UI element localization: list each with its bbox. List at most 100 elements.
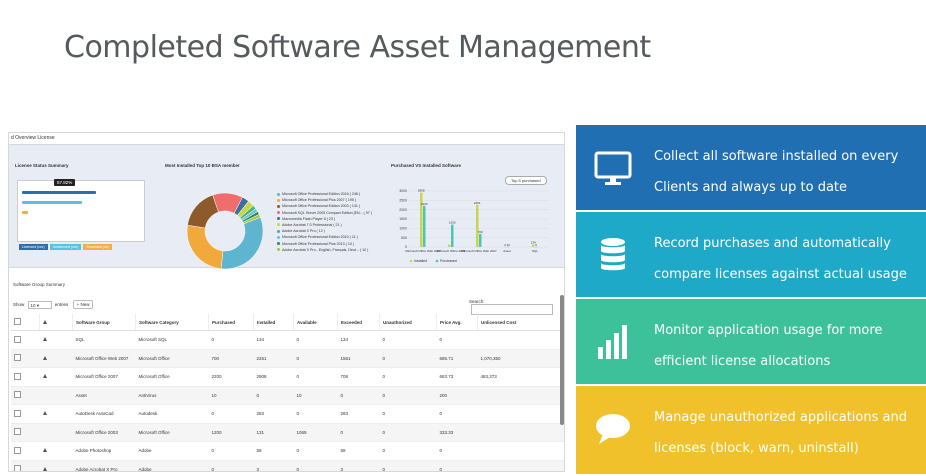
row-checkbox-cell[interactable] [11, 460, 40, 471]
col-installed[interactable]: Installed [253, 314, 294, 331]
col-exceeded[interactable]: Exceeded [337, 314, 380, 331]
row-checkbox-cell[interactable] [11, 367, 40, 387]
unlicensed-button[interactable]: Unlicensed (xxx) [49, 244, 82, 250]
table-row[interactable]: AutoDesk AutoCad Autodesk 0 283 0 283 0 0 [11, 404, 564, 424]
table-row[interactable]: Microsoft Office Web 2007 Microsoft Offic… [11, 349, 564, 368]
cell-category: Adobe [135, 460, 209, 471]
cell-category: AntiVirus [135, 386, 209, 405]
new-button[interactable]: + New [72, 300, 94, 309]
row-icon-cell [39, 460, 73, 471]
cell-cost [477, 441, 564, 461]
dashboard-screenshot: d Overview License License Status Summar… [8, 132, 565, 472]
legend-label: Adobe Acrobat 7.0 Professional ( 21 ) [282, 222, 342, 227]
exceeded-button[interactable]: Exceeded (xx) [83, 244, 112, 250]
table-row[interactable]: SQL Microsoft SQL 0 134 0 134 0 0 [11, 330, 564, 350]
col-unlicensed-cost[interactable]: Unlicensed Cost [477, 314, 564, 331]
sort-header[interactable] [39, 314, 73, 331]
row-checkbox[interactable] [14, 409, 21, 417]
table-row[interactable]: Microsoft Office 2003 Microsoft Office 120… [11, 423, 564, 442]
cell-category: Adobe [135, 441, 209, 461]
col-software-category[interactable]: Software Category [135, 314, 209, 331]
cell-available: 0 [293, 349, 338, 368]
row-checkbox[interactable] [14, 391, 21, 399]
legend-dot [277, 229, 280, 233]
table-body: SQL Microsoft SQL 0 134 0 134 0 0 Microsoft Offi… [11, 330, 564, 471]
col-unauthorized[interactable]: Unauthorized [379, 314, 437, 331]
table-scrollbar[interactable] [560, 295, 564, 425]
legend-dot [277, 242, 280, 246]
cell-available: 0 [293, 460, 338, 471]
row-checkbox-cell[interactable] [11, 386, 40, 405]
table-row[interactable]: Asset AntiVirus 10 0 10 0 0 200 [11, 386, 564, 405]
col-software-group[interactable]: Software Group [72, 314, 136, 331]
software-group-table: Software Group Software Category Purchas… [11, 314, 564, 471]
legend-item: Microsoft SQL Server 2005 Compact Editio… [277, 210, 372, 216]
sort-triangle-icon [43, 319, 47, 324]
bar-data-label: 10 [507, 243, 511, 247]
top-purchased-dropdown[interactable]: Top 5 purchased [505, 176, 547, 185]
cell-price: 0 [436, 330, 478, 350]
licensed-button[interactable]: Licensed (xxx) [19, 244, 48, 250]
table-row[interactable]: Microsoft Office 2007 Microsoft Office 220… [11, 367, 564, 387]
legend-item: Microsoft Office Professional Edition 20… [277, 234, 372, 240]
y-tick-label: 500 [401, 236, 407, 240]
cell-exceeded: 58 [337, 441, 380, 461]
cell-category: Microsoft Office [135, 423, 209, 442]
table-row[interactable]: Adobe Photoshop Adobe 0 58 0 58 0 0 [11, 441, 564, 461]
cell-cost: 1,070,350 [477, 349, 564, 368]
legend-dot [277, 217, 280, 221]
cell-category: Microsoft SQL [135, 330, 209, 350]
cell-cost: 483,373 [477, 367, 564, 387]
cell-price: 0 [436, 460, 478, 471]
row-checkbox-cell[interactable] [11, 441, 40, 461]
col-price-avg[interactable]: Price Avg. [436, 314, 478, 331]
show-label: Show [13, 302, 25, 307]
cell-installed: 134 [253, 330, 294, 350]
bar [451, 224, 454, 247]
select-all-checkbox[interactable] [14, 318, 21, 325]
row-checkbox[interactable] [14, 428, 21, 436]
row-checkbox[interactable] [14, 372, 21, 380]
legend-purchased-label: Purchased [440, 259, 457, 263]
cell-available: 0 [293, 330, 338, 350]
row-checkbox[interactable] [14, 465, 21, 471]
cell-unauthorized: 0 [379, 441, 437, 461]
col-available[interactable]: Available [293, 314, 338, 331]
legend-purchased-dot [435, 259, 439, 263]
table-row[interactable]: Adobe Acrobat X Pro Adobe 0 3 0 3 0 0 [11, 460, 564, 471]
cell-group: AutoDesk AutoCad [72, 404, 136, 424]
bar-data-label: 0 [535, 243, 537, 247]
row-checkbox[interactable] [14, 335, 21, 343]
entries-select[interactable]: 10 ▾ [27, 300, 52, 309]
bar-data-label: 2261 [474, 201, 481, 205]
row-checkbox-cell[interactable] [11, 330, 40, 350]
select-all-header[interactable] [11, 314, 40, 331]
cell-purchased: 0 [208, 460, 254, 471]
cell-category: Microsoft Office [135, 349, 209, 368]
cell-available: 0 [293, 441, 338, 461]
row-checkbox[interactable] [14, 446, 21, 454]
row-checkbox[interactable] [14, 354, 21, 362]
col-purchased[interactable]: Purchased [208, 314, 254, 331]
legend-dot [277, 211, 280, 215]
cell-available: 10 [293, 386, 338, 405]
y-tick-label: 1000 [399, 227, 407, 231]
y-tick-label: 2000 [399, 208, 407, 212]
cell-cost [477, 404, 564, 424]
cell-unauthorized: 0 [379, 423, 437, 442]
x-tick-label: Microsoft Office Web 2007 [405, 249, 441, 253]
row-checkbox-cell[interactable] [11, 423, 40, 442]
feature-text-manage: Manage unauthorized applications and lic… [654, 410, 907, 456]
warning-triangle-icon [42, 337, 47, 342]
legend-label: Microsoft Office Professional Plus 2013 … [282, 241, 355, 246]
cell-price: 0 [436, 404, 478, 424]
row-checkbox-cell[interactable] [11, 404, 40, 424]
bar [479, 233, 482, 247]
bar-data-label: 700 [478, 230, 483, 234]
row-icon-cell [39, 349, 73, 368]
cell-purchased: 0 [208, 404, 254, 424]
cell-purchased: 2200 [208, 367, 254, 387]
bar [420, 192, 423, 247]
row-checkbox-cell[interactable] [11, 349, 40, 368]
y-tick-label: 3000 [399, 189, 407, 193]
